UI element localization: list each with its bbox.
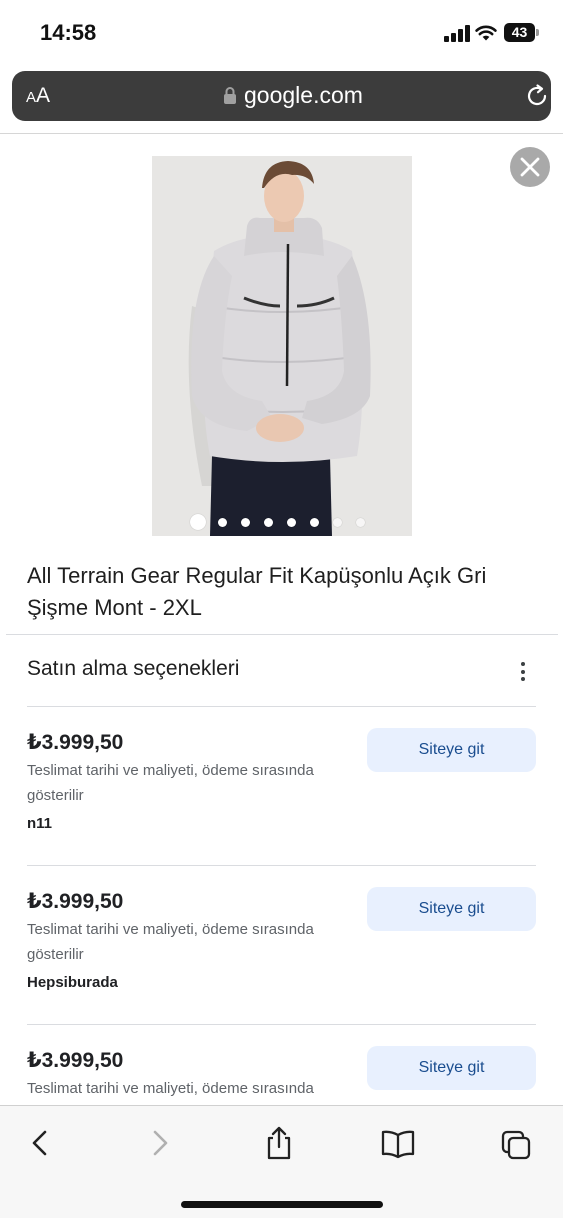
offer-card: ₺3.999,50 Teslimat tarihi ve maliyeti, ö… (27, 865, 536, 1025)
offer-seller: Hepsiburada (27, 974, 118, 991)
forward-icon[interactable] (144, 1126, 176, 1160)
offer-price: ₺3.999,50 (27, 731, 124, 754)
carousel-dot[interactable] (310, 517, 319, 527)
carousel-dot[interactable] (287, 517, 296, 527)
offer-price: ₺3.999,50 (27, 1049, 124, 1072)
cellular-signal-icon (444, 25, 470, 42)
product-title: All Terrain Gear Regular Fit Kapüşonlu A… (27, 563, 487, 620)
offer-delivery-info: Teslimat tarihi ve maliyeti, ödeme sıras… (27, 921, 314, 963)
offer-divider (27, 865, 536, 866)
more-options-icon[interactable] (519, 662, 527, 684)
offer-seller: n11 (27, 815, 53, 832)
close-button[interactable] (510, 147, 550, 187)
carousel-dot[interactable] (333, 517, 342, 527)
status-time: 14:58 (40, 20, 97, 45)
offer-card: ₺3.999,50 Teslimat tarihi ve maliyeti, ö… (27, 706, 536, 866)
go-to-site-button[interactable]: Siteye git (367, 1046, 536, 1090)
jacket-illustration (152, 156, 412, 536)
address-bar[interactable]: AA google.com (12, 71, 551, 121)
tabs-icon[interactable] (500, 1126, 532, 1160)
offer-delivery-info: Teslimat tarihi ve maliyeti, ödeme sıras… (27, 762, 314, 804)
offer-divider (27, 1024, 536, 1025)
browser-toolbar (0, 1105, 563, 1218)
text-size-small: A (26, 89, 37, 106)
offer-price: ₺3.999,50 (27, 890, 124, 913)
header-divider (0, 133, 563, 134)
title-divider (6, 634, 558, 635)
wifi-icon (475, 25, 497, 41)
offer-card: ₺3.999,50 Teslimat tarihi ve maliyeti, ö… (27, 1024, 536, 1105)
go-to-site-button[interactable]: Siteye git (367, 728, 536, 772)
back-icon[interactable] (24, 1126, 56, 1160)
image-carousel-dots[interactable] (190, 514, 379, 530)
carousel-dot[interactable] (190, 514, 206, 530)
lock-icon (224, 87, 236, 104)
go-to-site-button[interactable]: Siteye git (367, 887, 536, 931)
carousel-dot[interactable] (356, 517, 365, 527)
reload-icon[interactable] (524, 83, 550, 109)
url-text[interactable]: google.com (244, 82, 363, 109)
status-bar: 14:58 43 (0, 0, 563, 66)
carousel-dot[interactable] (264, 517, 273, 527)
bookmarks-icon[interactable] (380, 1126, 416, 1160)
offer-divider (27, 706, 536, 707)
purchase-options-title: Satın alma seçenekleri (27, 657, 240, 680)
share-icon[interactable] (263, 1126, 295, 1160)
close-icon (520, 157, 540, 177)
carousel-dot[interactable] (241, 517, 250, 527)
carousel-dot[interactable] (218, 517, 227, 527)
battery-level: 43 (511, 24, 528, 40)
product-image[interactable] (152, 156, 412, 536)
text-size-button[interactable]: AA (26, 84, 50, 108)
offer-delivery-info: Teslimat tarihi ve maliyeti, ödeme sıras… (27, 1080, 314, 1097)
home-indicator[interactable] (181, 1201, 383, 1208)
battery-icon: 43 (504, 23, 540, 42)
text-size-large: A (36, 84, 51, 107)
